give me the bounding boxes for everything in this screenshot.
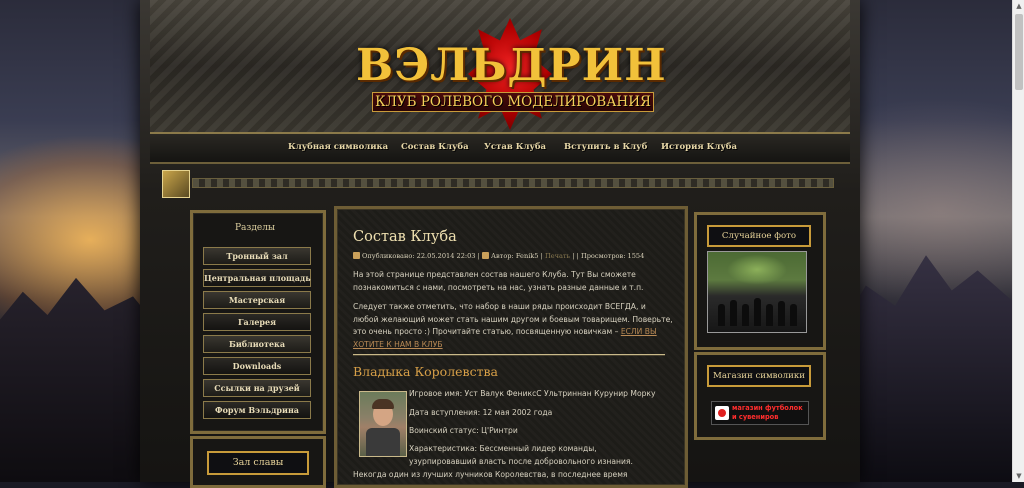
member-game-name: Игровое имя: Уст Валук ФениксС Ультринна… xyxy=(409,389,656,398)
meta-separator: | xyxy=(576,252,579,260)
member-rank: Воинский статус: Ц'Ринтри xyxy=(409,426,518,435)
nav-item-join[interactable]: Вступить в Клуб xyxy=(564,142,647,152)
sections-title: Разделы xyxy=(235,223,276,233)
article-content: Состав Клуба Опубликовано: 22.05.2014 22… xyxy=(334,206,688,488)
calendar-icon xyxy=(353,252,360,259)
site-header: ВЭЛЬДРИН КЛУБ РОЛЕВОГО МОДЕЛИРОВАНИЯ xyxy=(150,0,850,135)
sidebar-item-throne-hall[interactable]: Тронный зал xyxy=(203,247,311,265)
scroll-down-icon[interactable]: ▼ xyxy=(1015,472,1023,480)
celtic-knot-icon xyxy=(162,170,190,198)
member-avatar xyxy=(359,391,407,457)
author-name: Автор: Fenik5 xyxy=(490,252,539,260)
article-title: Состав Клуба xyxy=(353,229,457,245)
shop-banner[interactable]: магазин футболок и сувениров xyxy=(711,401,809,425)
nav-item-symbols[interactable]: Клубная символика xyxy=(288,142,388,152)
published-date: Опубликовано: 22.05.2014 22:03 xyxy=(362,252,476,260)
section-divider xyxy=(353,354,665,355)
scroll-up-icon[interactable]: ▲ xyxy=(1015,2,1023,10)
random-photo-panel: Случайное фото xyxy=(694,212,826,350)
random-photo-title: Случайное фото xyxy=(707,225,811,247)
top-navigation: Клубная символика Состав Клуба Устав Клу… xyxy=(150,134,850,164)
shop-line-1: магазин футболок xyxy=(732,404,803,412)
sidebar-item-library[interactable]: Библиотека xyxy=(203,335,311,353)
meta-separator: | xyxy=(572,252,575,260)
meta-separator: | xyxy=(540,252,543,260)
print-link[interactable]: Печать xyxy=(545,252,570,260)
shop-line-2: и сувениров xyxy=(732,413,779,421)
sidebar-item-gallery[interactable]: Галерея xyxy=(203,313,311,331)
intro-paragraph: На этой странице представлен состав наше… xyxy=(353,270,644,292)
ornament-divider xyxy=(192,178,834,188)
sidebar-item-workshop[interactable]: Мастерская xyxy=(203,291,311,309)
hall-of-fame-title[interactable]: Зал славы xyxy=(207,451,309,475)
author-icon xyxy=(481,252,489,259)
site-title[interactable]: ВЭЛЬДРИН xyxy=(356,40,666,91)
shop-banner-text: магазин футболок и сувениров xyxy=(732,404,803,422)
nav-item-roster[interactable]: Состав Клуба xyxy=(401,142,469,152)
sections-panel: Разделы Тронный зал Центральная площадь … xyxy=(190,210,326,434)
page-scrollbar[interactable]: ▲ ▼ xyxy=(1012,0,1024,482)
member-trait-line-3: Некогда один из лучших лучников Королевс… xyxy=(353,470,628,479)
view-count: Просмотров: 1554 xyxy=(580,252,645,260)
shirt-icon xyxy=(715,406,729,420)
shop-title: Магазин символики xyxy=(707,365,811,387)
nav-item-history[interactable]: История Клуба xyxy=(661,142,737,152)
nav-item-charter[interactable]: Устав Клуба xyxy=(484,142,546,152)
site-subtitle: КЛУБ РОЛЕВОГО МОДЕЛИРОВАНИЯ xyxy=(372,92,654,112)
sidebar-item-forum[interactable]: Форум Вэльдрина xyxy=(203,401,311,419)
shop-panel: Магазин символики магазин футболок и сув… xyxy=(694,352,826,440)
article-meta: Опубликовано: 22.05.2014 22:03 | Автор: … xyxy=(353,252,644,260)
section-title: Владыка Королевства xyxy=(353,364,498,379)
hall-of-fame-panel: Зал славы xyxy=(190,436,326,488)
recruit-paragraph: Следует также отметить, что набор в наши… xyxy=(353,301,673,351)
scroll-thumb[interactable] xyxy=(1015,14,1023,90)
sidebar-item-friend-links[interactable]: Ссылки на друзей xyxy=(203,379,311,397)
member-trait-line-1: Характеристика: Бессменный лидер команды… xyxy=(409,444,597,453)
mountain-right xyxy=(840,255,1012,482)
member-trait-line-2: узурпировавший власть после добровольног… xyxy=(409,457,633,466)
sidebar-item-central-square[interactable]: Центральная площадь xyxy=(203,269,311,287)
member-join-date: Дата вступления: 12 мая 2002 года xyxy=(409,408,553,417)
meta-separator: | xyxy=(477,252,480,260)
sidebar-item-downloads[interactable]: Downloads xyxy=(203,357,311,375)
random-photo-image[interactable] xyxy=(707,251,807,333)
